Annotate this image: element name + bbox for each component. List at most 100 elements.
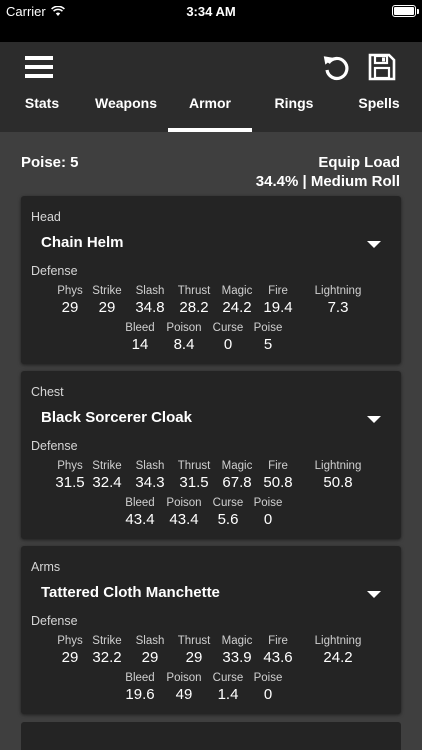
stat-value: 34.8: [135, 299, 165, 316]
dropdown-arrow-icon[interactable]: [367, 590, 381, 599]
stat-value: 8.4: [173, 336, 195, 353]
stat-bleed: Bleed 19.6: [121, 672, 159, 703]
stat-name: Bleed: [125, 497, 155, 509]
stat-value: 0: [263, 686, 273, 703]
stat-poise: Poise 5: [249, 322, 287, 353]
tab-weapons[interactable]: Weapons: [84, 86, 168, 132]
stat-value: 28.2: [179, 299, 209, 316]
tab-rings[interactable]: Rings: [252, 86, 336, 132]
dropdown-arrow-icon[interactable]: [367, 415, 381, 424]
stat-strike: Strike 29: [88, 285, 126, 316]
stat-slash: Slash 29: [131, 635, 169, 666]
stat-name: Lightning: [314, 460, 362, 472]
slot-label: Head: [31, 210, 61, 224]
stat-curse: Curse 1.4: [209, 672, 247, 703]
stat-name: Curse: [212, 322, 244, 334]
undo-button[interactable]: [318, 50, 354, 84]
armor-select[interactable]: Black Sorcerer Cloak: [41, 409, 192, 426]
stat-name: Lightning: [314, 635, 362, 647]
stat-bleed: Bleed 14: [121, 322, 159, 353]
stat-value: 32.4: [92, 474, 122, 491]
stat-value: 49: [175, 686, 193, 703]
stat-name: Poise: [253, 672, 283, 684]
stat-name: Thrust: [177, 460, 211, 472]
stat-value: 43.6: [263, 649, 293, 666]
armor-card-head: Head Chain Helm Defense Phys 29 Strike 29 Slash…: [21, 196, 401, 364]
stat-name: Poison: [166, 672, 202, 684]
stat-value: 50.8: [323, 474, 353, 491]
stat-value: 29: [185, 649, 203, 666]
stat-name: Thrust: [177, 285, 211, 297]
armor-select[interactable]: Tattered Cloth Manchette: [41, 584, 220, 601]
stat-thrust: Thrust 28.2: [175, 285, 213, 316]
stat-name: Magic: [221, 285, 253, 297]
menu-button[interactable]: [21, 50, 57, 84]
stat-magic: Magic 33.9: [218, 635, 256, 666]
stat-value: 29: [61, 299, 79, 316]
stat-phys: Phys 29: [51, 285, 89, 316]
stat-value: 31.5: [179, 474, 209, 491]
stat-poison: Poison 8.4: [165, 322, 203, 353]
stat-value: 29: [141, 649, 159, 666]
poise-total: Poise: 5: [21, 154, 79, 171]
stat-poise: Poise 0: [249, 497, 287, 528]
tab-armor[interactable]: Armor: [168, 86, 252, 132]
undo-icon: [323, 56, 349, 81]
equip-load-value: 34.4% | Medium Roll: [255, 173, 400, 190]
stat-value: 29: [98, 299, 116, 316]
stat-value: 31.5: [55, 474, 85, 491]
stat-value: 24.2: [222, 299, 252, 316]
stat-poison: Poison 49: [165, 672, 203, 703]
stat-name: Fire: [268, 635, 288, 647]
stat-value: 0: [263, 511, 273, 528]
armor-card-chest: Chest Black Sorcerer Cloak Defense Phys 31.5…: [21, 371, 401, 539]
stat-strike: Strike 32.2: [88, 635, 126, 666]
tab-spells[interactable]: Spells: [336, 86, 422, 132]
stat-value: 5: [263, 336, 273, 353]
stat-name: Phys: [57, 635, 83, 647]
stat-name: Thrust: [177, 635, 211, 647]
summary-bar: Poise: 5 Equip Load 34.4% | Medium Roll: [0, 132, 422, 194]
stat-thrust: Thrust 29: [175, 635, 213, 666]
armor-card-partial: [21, 722, 401, 750]
stat-bleed: Bleed 43.4: [121, 497, 159, 528]
stat-strike: Strike 32.4: [88, 460, 126, 491]
armor-card-arms: Arms Tattered Cloth Manchette Defense Phys 2…: [21, 546, 401, 714]
stat-value: 33.9: [222, 649, 252, 666]
stat-value: 24.2: [323, 649, 353, 666]
stat-value: 14: [131, 336, 149, 353]
stat-name: Fire: [268, 460, 288, 472]
stat-name: Lightning: [314, 285, 362, 297]
stat-name: Curse: [212, 497, 244, 509]
stat-fire: Fire 19.4: [259, 285, 297, 316]
status-bar: Carrier 3:34 AM: [0, 0, 422, 22]
clock: 3:34 AM: [186, 4, 236, 19]
stat-value: 32.2: [92, 649, 122, 666]
stat-thrust: Thrust 31.5: [175, 460, 213, 491]
save-button[interactable]: [364, 50, 400, 84]
stat-name: Slash: [135, 460, 165, 472]
stat-name: Poise: [253, 497, 283, 509]
stat-lightning: Lightning 50.8: [308, 460, 368, 491]
stat-value: 1.4: [217, 686, 239, 703]
stat-value: 43.4: [125, 511, 155, 528]
stat-fire: Fire 50.8: [259, 460, 297, 491]
stat-curse: Curse 5.6: [209, 497, 247, 528]
stat-name: Slash: [135, 635, 165, 647]
stat-name: Strike: [92, 635, 122, 647]
stat-name: Poison: [166, 497, 202, 509]
stat-name: Poison: [166, 322, 202, 334]
armor-select[interactable]: Chain Helm: [41, 234, 124, 251]
stat-name: Strike: [92, 460, 122, 472]
stat-lightning: Lightning 24.2: [308, 635, 368, 666]
stat-value: 19.4: [263, 299, 293, 316]
stat-value: 5.6: [217, 511, 239, 528]
stat-value: 43.4: [169, 511, 199, 528]
tab-bar: Stats Weapons Armor Rings Spells: [0, 86, 422, 132]
stat-name: Slash: [135, 285, 165, 297]
stat-name: Fire: [268, 285, 288, 297]
stat-value: 19.6: [125, 686, 155, 703]
stat-name: Bleed: [125, 672, 155, 684]
dropdown-arrow-icon[interactable]: [367, 240, 381, 249]
tab-stats[interactable]: Stats: [0, 86, 84, 132]
